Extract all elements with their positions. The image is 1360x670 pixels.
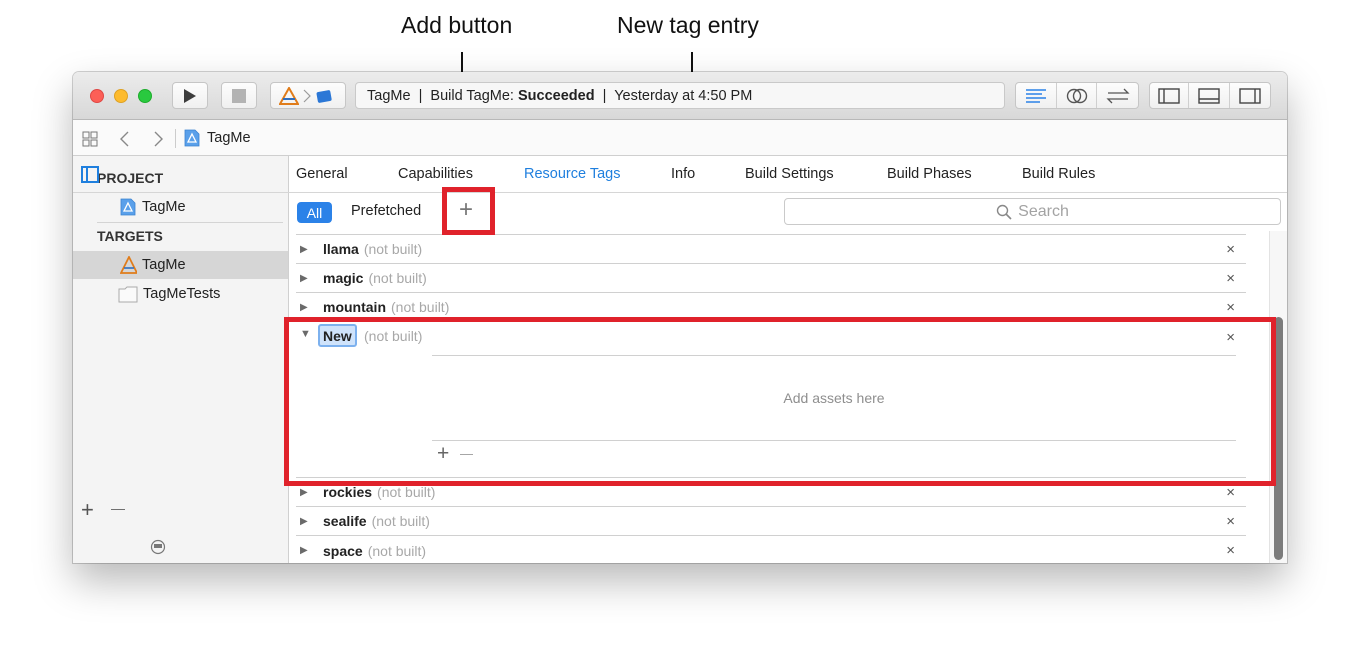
tab-capabilities[interactable]: Capabilities	[398, 166, 473, 182]
tag-name: llama	[323, 241, 359, 257]
tag-name: space	[323, 542, 363, 559]
tag-state: (not built)	[371, 513, 430, 529]
tab-build-phases[interactable]: Build Phases	[887, 166, 972, 182]
activity-suffix: | Yesterday at 4:50 PM	[594, 87, 753, 104]
project-file-icon	[184, 129, 200, 147]
callout-add-button-label: Add button	[401, 12, 513, 38]
tag-row[interactable]: ▶ sealife (not built) ×	[296, 507, 1246, 536]
stop-button[interactable]	[221, 82, 257, 109]
disclosure-triangle-icon[interactable]: ▶	[300, 273, 310, 284]
search-placeholder: Search	[1018, 202, 1069, 220]
sidebar-item-target-tagmetests[interactable]: TagMeTests	[118, 285, 220, 303]
assistant-editor-icon[interactable]	[1057, 83, 1098, 108]
related-items-grid-icon[interactable]	[82, 131, 98, 147]
add-target-button[interactable]: +	[81, 497, 94, 523]
tag-state: (not built)	[363, 241, 423, 257]
play-icon	[184, 88, 196, 103]
tag-state: (not built)	[367, 542, 427, 559]
sidebar-item-label: TagMeTests	[143, 286, 221, 302]
tag-name: sealife	[323, 513, 367, 529]
filter-icon	[150, 539, 166, 555]
editor-tab-bar: General Capabilities Resource Tags Info …	[73, 156, 1287, 193]
scheme-selector[interactable]	[270, 82, 346, 109]
tag-row[interactable]: ▶ space (not built) ×	[296, 536, 1246, 563]
sidebar-item-target-tagme[interactable]: TagMe	[120, 256, 186, 274]
run-button[interactable]	[172, 82, 208, 109]
delete-tag-icon[interactable]: ×	[1226, 513, 1235, 530]
sidebar-item-project-tagme[interactable]: TagMe	[120, 198, 186, 216]
chevron-right-icon	[303, 89, 311, 102]
tag-search-field[interactable]: Search	[784, 198, 1281, 225]
zoom-window-button[interactable]	[138, 89, 152, 103]
tab-resource-tags[interactable]: Resource Tags	[524, 166, 620, 182]
tag-row[interactable]: ▶ magic (not built) ×	[296, 264, 1246, 293]
tag-name: rockies	[323, 484, 373, 500]
tag-row[interactable]: ▶ llama (not built) ×	[296, 235, 1246, 264]
back-chevron-icon[interactable]	[118, 130, 130, 148]
ios-device-icon	[316, 89, 332, 103]
xcode-app-icon	[279, 86, 299, 105]
remove-target-button[interactable]: —	[111, 500, 125, 516]
delete-tag-icon[interactable]: ×	[1226, 241, 1235, 258]
filter-prefetched-button[interactable]: Prefetched	[351, 203, 421, 219]
activity-prefix: TagMe | Build TagMe:	[367, 87, 518, 104]
utilities-toggle-icon[interactable]	[1230, 83, 1270, 108]
project-file-icon	[120, 198, 136, 216]
resource-tags-filter-bar: All Prefetched + Search	[289, 193, 1287, 231]
tab-build-rules[interactable]: Build Rules	[1022, 166, 1095, 182]
filter-all-button[interactable]: All	[297, 202, 332, 223]
standard-editor-icon[interactable]	[1016, 83, 1057, 108]
disclosure-triangle-icon[interactable]: ▶	[300, 244, 310, 255]
targets-heading: TARGETS	[97, 228, 163, 244]
delete-tag-icon[interactable]: ×	[1226, 270, 1235, 287]
tab-build-settings[interactable]: Build Settings	[745, 166, 834, 182]
activity-viewer: TagMe | Build TagMe: Succeeded | Yesterd…	[355, 82, 1005, 109]
minimize-window-button[interactable]	[114, 89, 128, 103]
sidebar-item-label: TagMe	[142, 257, 186, 273]
delete-tag-icon[interactable]: ×	[1226, 299, 1235, 316]
test-bundle-icon	[118, 286, 138, 303]
callout-new-tag-label: New tag entry	[617, 12, 759, 38]
tag-name: mountain	[323, 299, 386, 315]
tag-state: (not built)	[391, 299, 450, 315]
tag-state: (not built)	[377, 484, 436, 500]
jumpbar-divider	[175, 129, 176, 148]
sidebar-divider	[97, 222, 283, 223]
add-button-highlight	[442, 187, 495, 235]
tag-name: magic	[323, 270, 364, 286]
disclosure-triangle-icon[interactable]: ▶	[300, 545, 310, 556]
disclosure-triangle-icon[interactable]: ▶	[300, 487, 310, 498]
editor-mode-control	[1015, 82, 1139, 109]
tag-state: (not built)	[368, 270, 427, 286]
search-icon	[996, 204, 1012, 220]
breadcrumb-project: TagMe	[207, 130, 251, 146]
forward-chevron-icon[interactable]	[153, 130, 165, 148]
stop-icon	[232, 88, 246, 103]
new-tag-entry-highlight	[284, 317, 1276, 486]
version-editor-icon[interactable]	[1097, 83, 1138, 108]
sidebar-item-label: TagMe	[142, 199, 186, 215]
debug-area-toggle-icon[interactable]	[1189, 83, 1230, 108]
delete-tag-icon[interactable]: ×	[1226, 542, 1235, 559]
delete-tag-icon[interactable]: ×	[1226, 484, 1235, 501]
tab-info[interactable]: Info	[671, 166, 695, 182]
disclosure-triangle-icon[interactable]: ▶	[300, 516, 310, 527]
breadcrumb[interactable]: TagMe	[184, 129, 251, 147]
tab-general[interactable]: General	[296, 166, 348, 182]
jump-bar: TagMe	[73, 120, 1287, 156]
toolbar: TagMe | Build TagMe: Succeeded | Yesterd…	[73, 72, 1287, 120]
view-toggle-control	[1149, 82, 1271, 109]
show-target-list-icon[interactable]	[81, 166, 99, 183]
targets-sidebar: PROJECT TagMe TARGETS TagMe TagMeTests +	[73, 156, 289, 563]
disclosure-triangle-icon[interactable]: ▶	[300, 302, 310, 313]
app-target-icon	[120, 256, 137, 274]
build-status: Succeeded	[518, 87, 595, 104]
close-window-button[interactable]	[90, 89, 104, 103]
navigator-toggle-icon[interactable]	[1150, 83, 1190, 108]
